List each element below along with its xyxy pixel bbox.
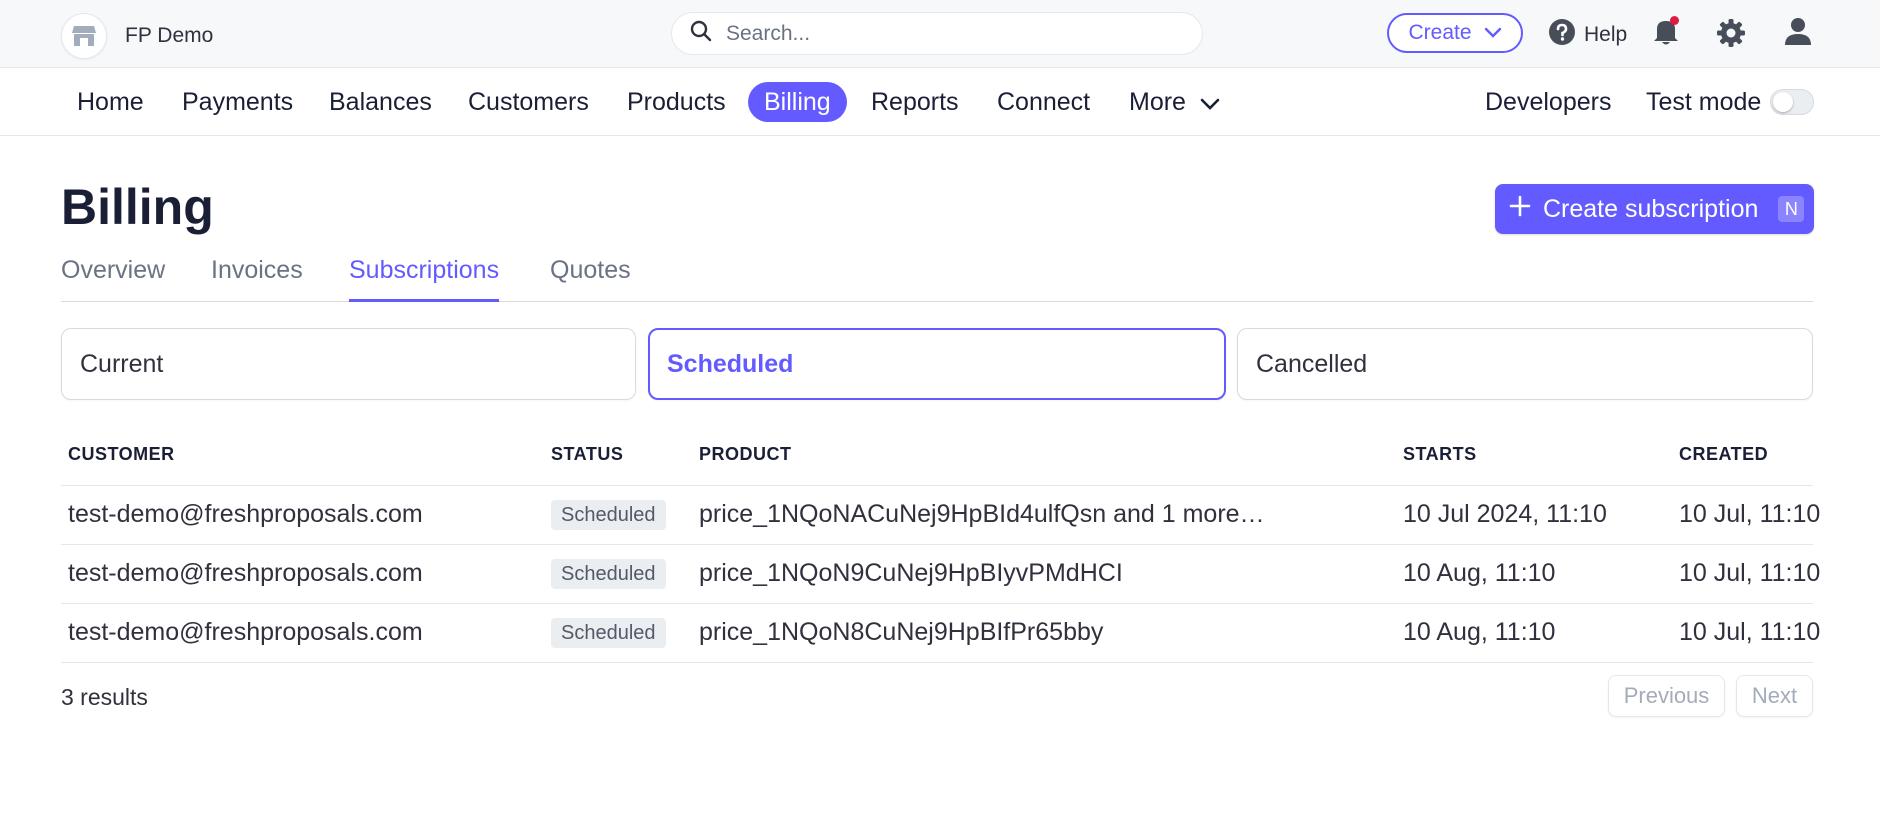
filter-scheduled[interactable]: Scheduled [648,328,1226,400]
gear-icon [1716,19,1746,52]
tab-quotes[interactable]: Quotes [550,256,631,302]
settings-button[interactable] [1716,18,1746,53]
chevron-down-icon [1200,88,1220,117]
nav-products[interactable]: Products [611,82,742,122]
customer-email: test-demo@freshproposals.com [68,618,423,646]
toggle-knob [1773,92,1793,112]
table-divider [61,662,1813,663]
nav-reports[interactable]: Reports [855,82,975,122]
nav-home[interactable]: Home [61,82,160,122]
start-date: 10 Aug, 11:10 [1403,618,1556,646]
storefront-icon [61,13,107,59]
create-subscription-button[interactable]: Create subscription N [1495,184,1814,234]
table-row[interactable]: test-demo@freshproposals.com Scheduled p… [61,603,1820,663]
table-row[interactable]: test-demo@freshproposals.com Scheduled p… [61,544,1820,604]
tab-invoices[interactable]: Invoices [211,256,303,302]
profile-button[interactable] [1783,16,1813,51]
column-header-status[interactable]: STATUS [551,444,623,465]
search-input[interactable] [726,21,1166,46]
create-button[interactable]: Create [1387,13,1523,53]
billing-tabs: Overview Invoices Subscriptions Quotes [61,252,1813,302]
created-date: 10 Jul, 11:10 [1679,500,1821,528]
status-badge: Scheduled [551,618,666,648]
top-bar: FP Demo Create Help [0,0,1880,68]
test-mode-label: Test mode [1646,87,1762,116]
help-button[interactable]: Help [1548,18,1627,52]
user-icon [1783,18,1813,50]
product-id: price_1NQoNACuNej9HpBId4ulfQsn and 1 mor… [699,500,1265,528]
account-name: FP Demo [125,24,214,47]
create-label: Create [1408,21,1472,44]
create-subscription-label: Create subscription [1543,194,1759,223]
start-date: 10 Aug, 11:10 [1403,559,1556,587]
filter-current[interactable]: Current [61,328,636,400]
bell-icon [1652,21,1680,50]
notification-dot [1670,16,1679,25]
previous-button[interactable]: Previous [1608,675,1725,717]
nav-payments[interactable]: Payments [166,82,309,122]
results-count: 3 results [61,684,148,710]
table-row[interactable]: test-demo@freshproposals.com Scheduled p… [61,485,1820,545]
plus-icon [1509,195,1531,224]
notifications-button[interactable] [1652,16,1680,51]
help-circle-icon [1548,18,1576,52]
status-badge: Scheduled [551,500,666,530]
nav-customers[interactable]: Customers [452,82,605,122]
column-header-product[interactable]: PRODUCT [699,444,792,465]
search-icon [690,20,712,47]
column-header-created[interactable]: CREATED [1679,444,1768,465]
chevron-down-icon [1484,21,1502,45]
customer-email: test-demo@freshproposals.com [68,559,423,587]
status-badge: Scheduled [551,559,666,589]
page-title: Billing [61,179,214,235]
column-header-customer[interactable]: CUSTOMER [68,444,175,465]
created-date: 10 Jul, 11:10 [1679,618,1821,646]
filter-cancelled[interactable]: Cancelled [1237,328,1813,400]
nav-balances[interactable]: Balances [313,82,448,122]
test-mode-toggle[interactable] [1770,89,1814,115]
tab-overview[interactable]: Overview [61,256,165,302]
customer-email: test-demo@freshproposals.com [68,500,423,528]
main-nav: Home Payments Balances Customers Product… [0,68,1880,136]
account-switcher[interactable]: FP Demo [61,13,213,59]
column-header-starts[interactable]: STARTS [1403,444,1477,465]
nav-billing[interactable]: Billing [748,82,847,122]
product-id: price_1NQoN8CuNej9HpBIfPr65bby [699,618,1104,646]
next-button[interactable]: Next [1736,675,1813,717]
tab-subscriptions[interactable]: Subscriptions [349,256,500,302]
start-date: 10 Jul 2024, 11:10 [1403,500,1607,528]
nav-more-label: More [1129,87,1186,116]
product-id: price_1NQoN9CuNej9HpBIyvPMdHCI [699,559,1123,587]
keyboard-shortcut: N [1778,196,1805,222]
nav-connect[interactable]: Connect [981,82,1106,122]
nav-more[interactable]: More [1113,82,1236,122]
help-label: Help [1584,23,1628,46]
created-date: 10 Jul, 11:10 [1679,559,1821,587]
search-bar[interactable] [671,12,1203,55]
nav-developers[interactable]: Developers [1469,82,1627,122]
